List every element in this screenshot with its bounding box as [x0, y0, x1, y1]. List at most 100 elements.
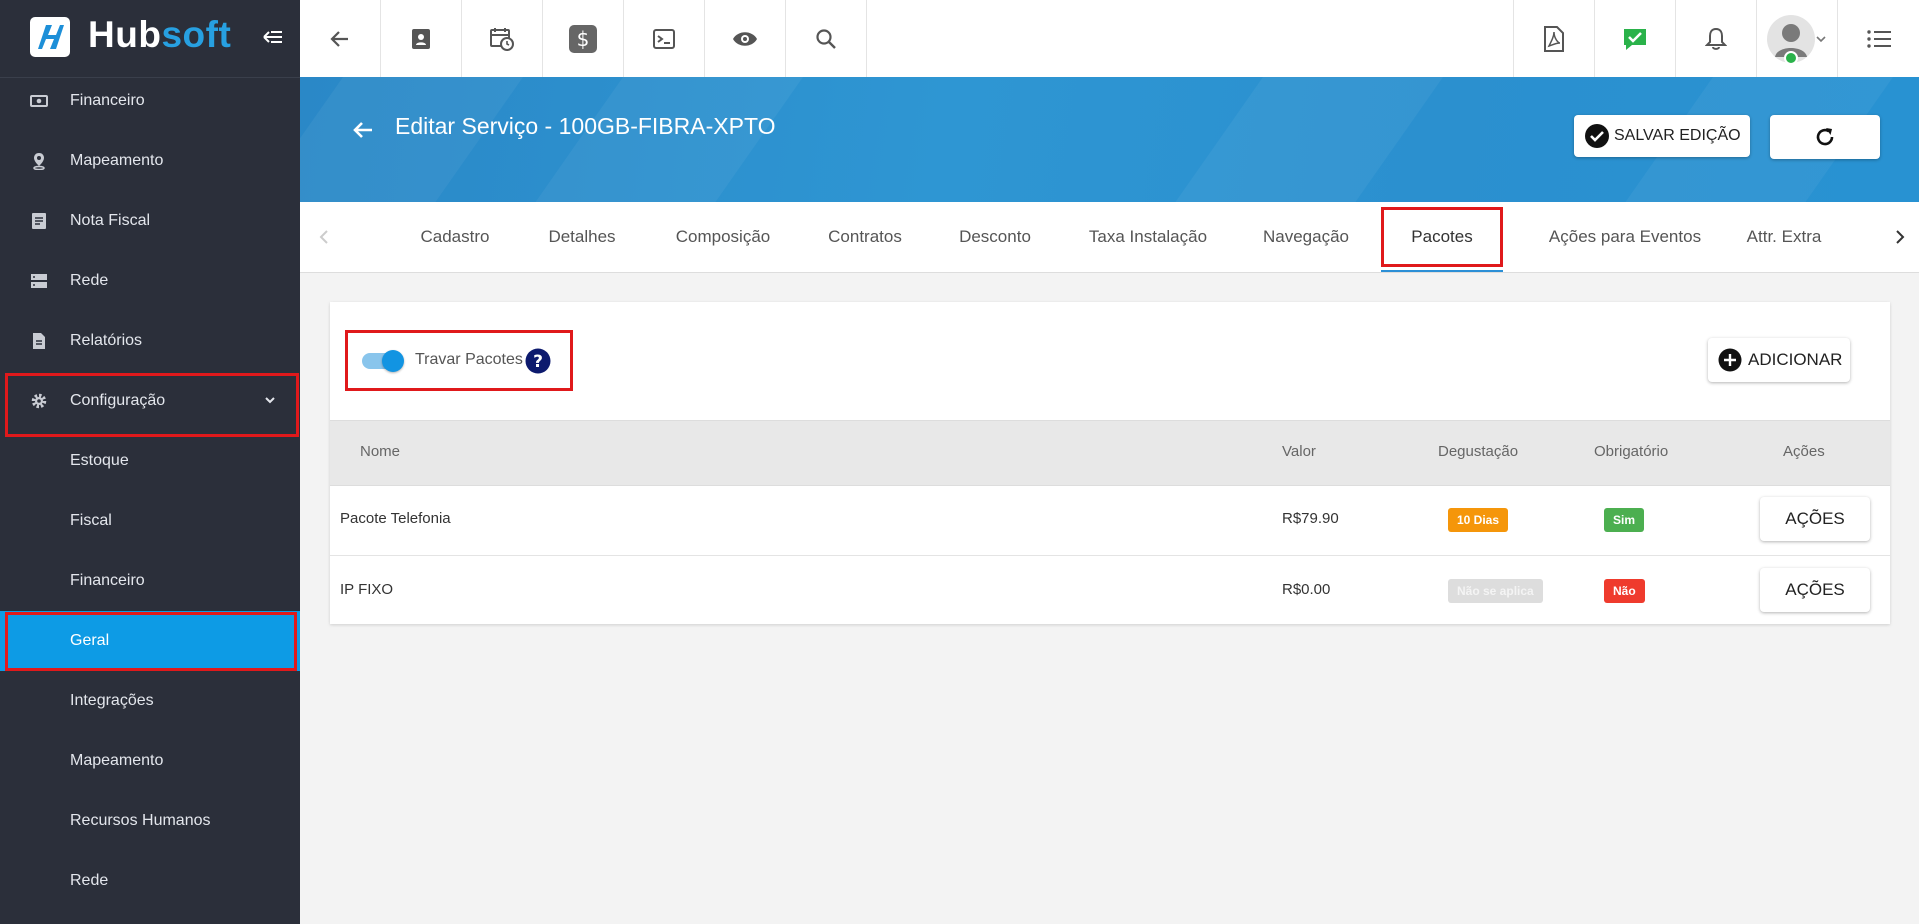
lock-packages-label: Travar Pacotes [415, 351, 523, 368]
sidebar-subitem-mapeamento[interactable]: Mapeamento [0, 731, 300, 791]
sidebar-subitem-label: Integrações [70, 692, 154, 709]
tab-taxa-instalacao[interactable]: Taxa Instalação [1058, 202, 1238, 272]
sidebar-subitem-label: Geral [70, 632, 110, 649]
sidebar-subitem-fiscal[interactable]: Fiscal [0, 491, 300, 551]
contact-card-icon[interactable] [381, 0, 462, 77]
money-icon [30, 92, 48, 110]
chevron-right-icon[interactable] [1890, 227, 1910, 247]
brand-name: Hubsoft [88, 14, 232, 55]
sidebar-subitem-label: Fiscal [70, 512, 112, 529]
hubsoft-logo-icon [30, 17, 70, 57]
packages-card: Travar Pacotes ? ADICIONAR Nome Valor De… [330, 302, 1890, 624]
tab-bar: Cadastro Detalhes Composição Contratos D… [300, 202, 1919, 273]
sidebar-item-label: Financeiro [70, 92, 145, 109]
table-header: Nome Valor Degustação Obrigatório Ações [330, 420, 1890, 486]
sidebar-item-nota-fiscal[interactable]: Nota Fiscal [0, 191, 300, 251]
invoice-icon [30, 212, 48, 230]
sidebar-item-mapeamento[interactable]: Mapeamento [0, 131, 300, 191]
add-package-button[interactable]: ADICIONAR [1708, 338, 1850, 382]
sidebar-item-financeiro[interactable]: Financeiro [0, 71, 300, 131]
pdf-icon[interactable] [1513, 0, 1594, 77]
package-value: R$0.00 [1282, 581, 1331, 598]
dollar-icon[interactable]: $ [543, 0, 624, 77]
table-row: IP FIXO R$0.00 Não se aplica Não AÇÕES [330, 555, 1890, 626]
chevron-left-icon[interactable] [314, 227, 334, 247]
svg-text:?: ? [533, 352, 543, 372]
column-header-nome: Nome [360, 443, 401, 460]
trial-badge: Não se aplica [1448, 579, 1543, 603]
sidebar-item-relatorios[interactable]: Relatórios [0, 311, 300, 371]
column-header-degustacao: Degustação [1438, 443, 1519, 460]
column-header-acoes: Ações [1783, 443, 1825, 460]
tab-navegacao[interactable]: Navegação [1238, 202, 1374, 272]
required-badge: Sim [1604, 508, 1645, 532]
tab-attr-extra[interactable]: Attr. Extra [1728, 202, 1840, 272]
sidebar-item-label: Rede [70, 272, 109, 289]
required-badge: Não [1604, 579, 1645, 603]
eye-icon[interactable] [705, 0, 786, 77]
sidebar-subitem-recursos-humanos[interactable]: Recursos Humanos [0, 791, 300, 851]
sidebar-item-label: Relatórios [70, 332, 143, 349]
back-arrow-icon[interactable] [300, 0, 381, 77]
tab-desconto[interactable]: Desconto [932, 202, 1058, 272]
user-avatar[interactable] [1756, 0, 1837, 77]
table-row: Pacote Telefonia R$79.90 10 Dias Sim AÇÕ… [330, 484, 1890, 556]
check-circle-icon [1585, 124, 1609, 148]
task-check-icon[interactable] [1594, 0, 1675, 77]
page-header: Editar Serviço - 100GB-FIBRA-XPTO SALVAR… [300, 77, 1919, 202]
sidebar-subitem-estoque[interactable]: Estoque [0, 431, 300, 491]
sidebar-subitem-label: Mapeamento [70, 752, 164, 769]
sidebar-item-label: Configuração [70, 392, 166, 409]
sidebar-subitem-label: Financeiro [70, 572, 145, 589]
list-menu-icon[interactable] [1837, 0, 1919, 77]
save-edit-label: SALVAR EDIÇÃO [1614, 127, 1741, 144]
sidebar-subitem-financeiro[interactable]: Financeiro [0, 551, 300, 611]
save-edit-button[interactable]: SALVAR EDIÇÃO [1574, 115, 1750, 157]
collapse-sidebar-icon[interactable] [262, 26, 284, 48]
search-icon[interactable] [786, 0, 867, 77]
back-arrow-icon[interactable] [352, 119, 374, 146]
calendar-clock-icon[interactable] [462, 0, 543, 77]
sidebar-item-configuracao[interactable]: Configuração [0, 371, 300, 431]
column-header-obrigatorio: Obrigatório [1594, 443, 1669, 460]
refresh-icon [1816, 128, 1834, 146]
sidebar-item-label: Nota Fiscal [70, 212, 151, 229]
column-header-valor: Valor [1282, 443, 1316, 460]
svg-text:$: $ [577, 27, 590, 51]
server-icon [30, 272, 48, 290]
logo-bar: Hubsoft [0, 0, 300, 78]
tab-acoes-para-eventos[interactable]: Ações para Eventos [1522, 202, 1728, 272]
tab-composicao[interactable]: Composição [648, 202, 798, 272]
sidebar-subitem-geral[interactable]: Geral [0, 611, 300, 671]
package-value: R$79.90 [1282, 510, 1339, 527]
gear-icon [30, 392, 48, 410]
sidebar: Hubsoft Financeiro Mapeamento Nota Fisca… [0, 0, 300, 924]
sidebar-subitem-rede[interactable]: Rede [0, 851, 300, 911]
actions-button[interactable]: AÇÕES [1760, 568, 1870, 612]
sidebar-subitem-label: Rede [70, 872, 109, 889]
sidebar-subitem-integracoes[interactable]: Integrações [0, 671, 300, 731]
chevron-down-icon [262, 392, 278, 408]
add-package-label: ADICIONAR [1748, 350, 1843, 369]
tab-cadastro[interactable]: Cadastro [394, 202, 516, 272]
terminal-icon[interactable] [624, 0, 705, 77]
map-pin-icon [30, 152, 48, 171]
sidebar-subitem-label: Recursos Humanos [70, 812, 211, 829]
bell-icon[interactable] [1675, 0, 1756, 77]
actions-button[interactable]: AÇÕES [1760, 497, 1870, 541]
help-icon[interactable]: ? [525, 348, 551, 374]
topbar: $ [300, 0, 1919, 78]
tab-pacotes[interactable]: Pacotes [1381, 202, 1503, 272]
sidebar-subitem-label: Estoque [70, 452, 129, 469]
tab-detalhes[interactable]: Detalhes [516, 202, 648, 272]
page-title: Editar Serviço - 100GB-FIBRA-XPTO [395, 113, 776, 139]
package-name: IP FIXO [340, 581, 394, 598]
package-name: Pacote Telefonia [340, 510, 451, 527]
lock-packages-toggle[interactable] [360, 350, 406, 372]
tab-contratos[interactable]: Contratos [798, 202, 932, 272]
plus-circle-icon [1718, 348, 1742, 372]
sidebar-item-rede[interactable]: Rede [0, 251, 300, 311]
trial-badge: 10 Dias [1448, 508, 1509, 532]
refresh-button[interactable] [1770, 115, 1880, 159]
sidebar-item-label: Mapeamento [70, 152, 164, 169]
